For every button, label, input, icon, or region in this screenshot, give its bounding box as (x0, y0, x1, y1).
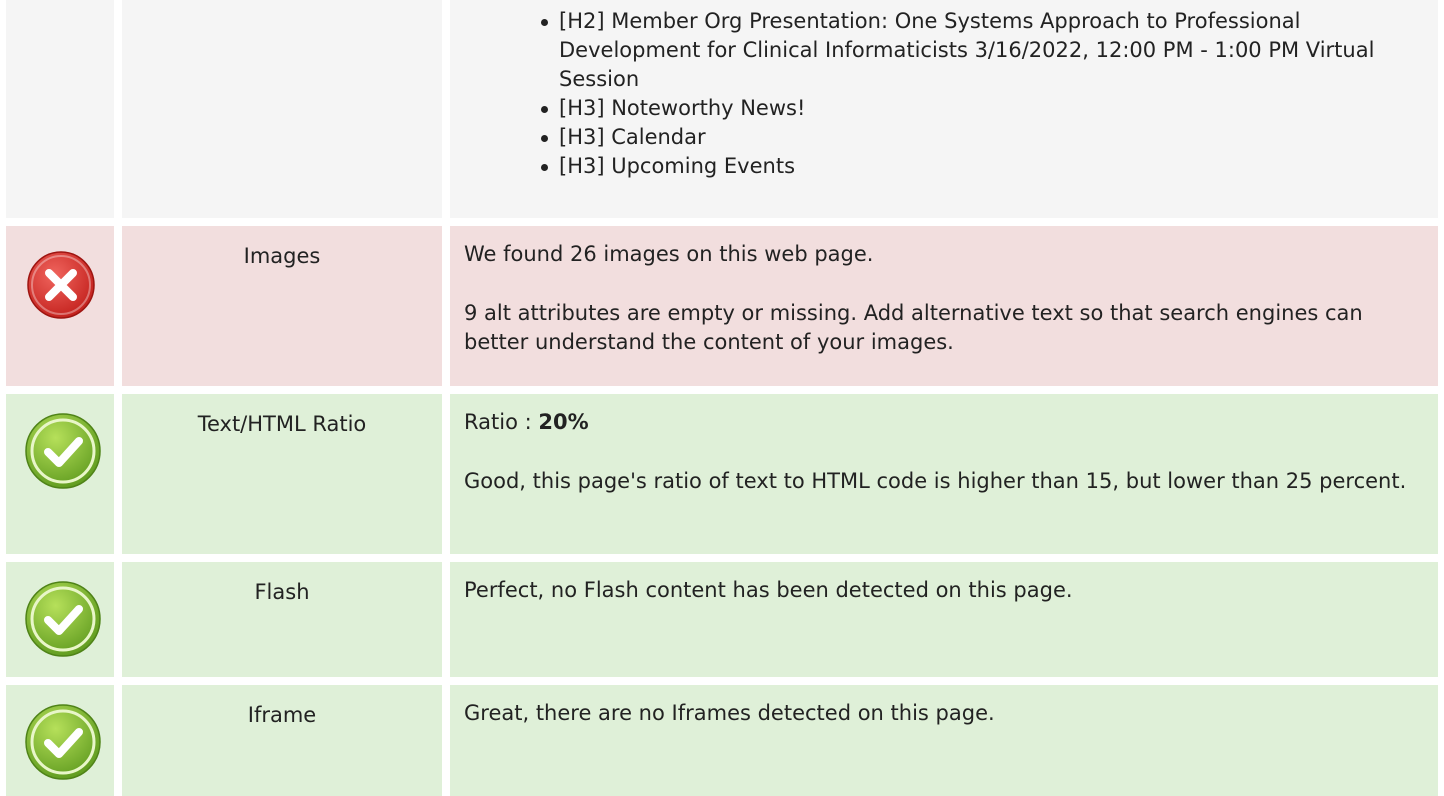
heading-list: [H2] Member Org Presentation: One System… (535, 7, 1418, 181)
check-label: Text/HTML Ratio (197, 412, 367, 436)
images-count-text: We found 26 images on this web page. (464, 242, 874, 266)
label-cell: Iframe (122, 685, 442, 796)
content-cell: We found 26 images on this web page. 9 a… (450, 226, 1438, 386)
label-cell: Text/HTML Ratio (122, 394, 442, 554)
alt-attributes-text: 9 alt attributes are empty or missing. A… (464, 301, 1363, 354)
ratio-assessment-text: Good, this page's ratio of text to HTML … (464, 469, 1407, 493)
check-icon (24, 412, 102, 490)
list-item: [H3] Noteworthy News! (535, 94, 1418, 123)
label-cell (122, 0, 442, 218)
flash-result-text: Perfect, no Flash content has been detec… (464, 578, 1073, 602)
content-cell: Ratio : 20% Good, this page's ratio of t… (450, 394, 1438, 554)
content-cell: [H2] Member Org Presentation: One System… (450, 0, 1438, 218)
check-label: Images (243, 244, 321, 268)
check-label: Flash (254, 580, 310, 604)
label-cell: Flash (122, 562, 442, 677)
status-cell (6, 394, 114, 554)
check-details: Ratio : 20% Good, this page's ratio of t… (464, 408, 1418, 496)
check-icon (24, 703, 102, 781)
status-cell (6, 562, 114, 677)
check-details: Perfect, no Flash content has been detec… (464, 576, 1418, 605)
ratio-line: Ratio : 20% (464, 408, 1418, 437)
content-cell: Great, there are no Iframes detected on … (450, 685, 1438, 796)
text-html-ratio-row: Text/HTML Ratio Ratio : 20% Good, this p… (0, 394, 1444, 554)
status-cell (6, 0, 114, 218)
iframe-result-text: Great, there are no Iframes detected on … (464, 701, 995, 725)
check-label: Iframe (247, 703, 317, 727)
label-cell: Images (122, 226, 442, 386)
check-details: We found 26 images on this web page. 9 a… (464, 240, 1418, 357)
flash-row: Flash Perfect, no Flash content has been… (0, 562, 1444, 677)
ratio-value: 20% (538, 410, 589, 434)
images-row: Images We found 26 images on this web pa… (0, 226, 1444, 386)
list-item: [H3] Upcoming Events (535, 152, 1418, 181)
headings-row: [H2] Member Org Presentation: One System… (0, 0, 1444, 218)
check-details: Great, there are no Iframes detected on … (464, 699, 1418, 728)
iframe-row: Iframe Great, there are no Iframes detec… (0, 685, 1444, 796)
seo-results-table: [H2] Member Org Presentation: One System… (0, 0, 1444, 796)
list-item: [H3] Calendar (535, 123, 1418, 152)
status-cell (6, 226, 114, 386)
ratio-prefix: Ratio : (464, 410, 539, 434)
check-icon (24, 580, 102, 658)
error-x-icon (26, 250, 96, 320)
status-cell (6, 685, 114, 796)
content-cell: Perfect, no Flash content has been detec… (450, 562, 1438, 677)
list-item: [H2] Member Org Presentation: One System… (535, 7, 1418, 94)
